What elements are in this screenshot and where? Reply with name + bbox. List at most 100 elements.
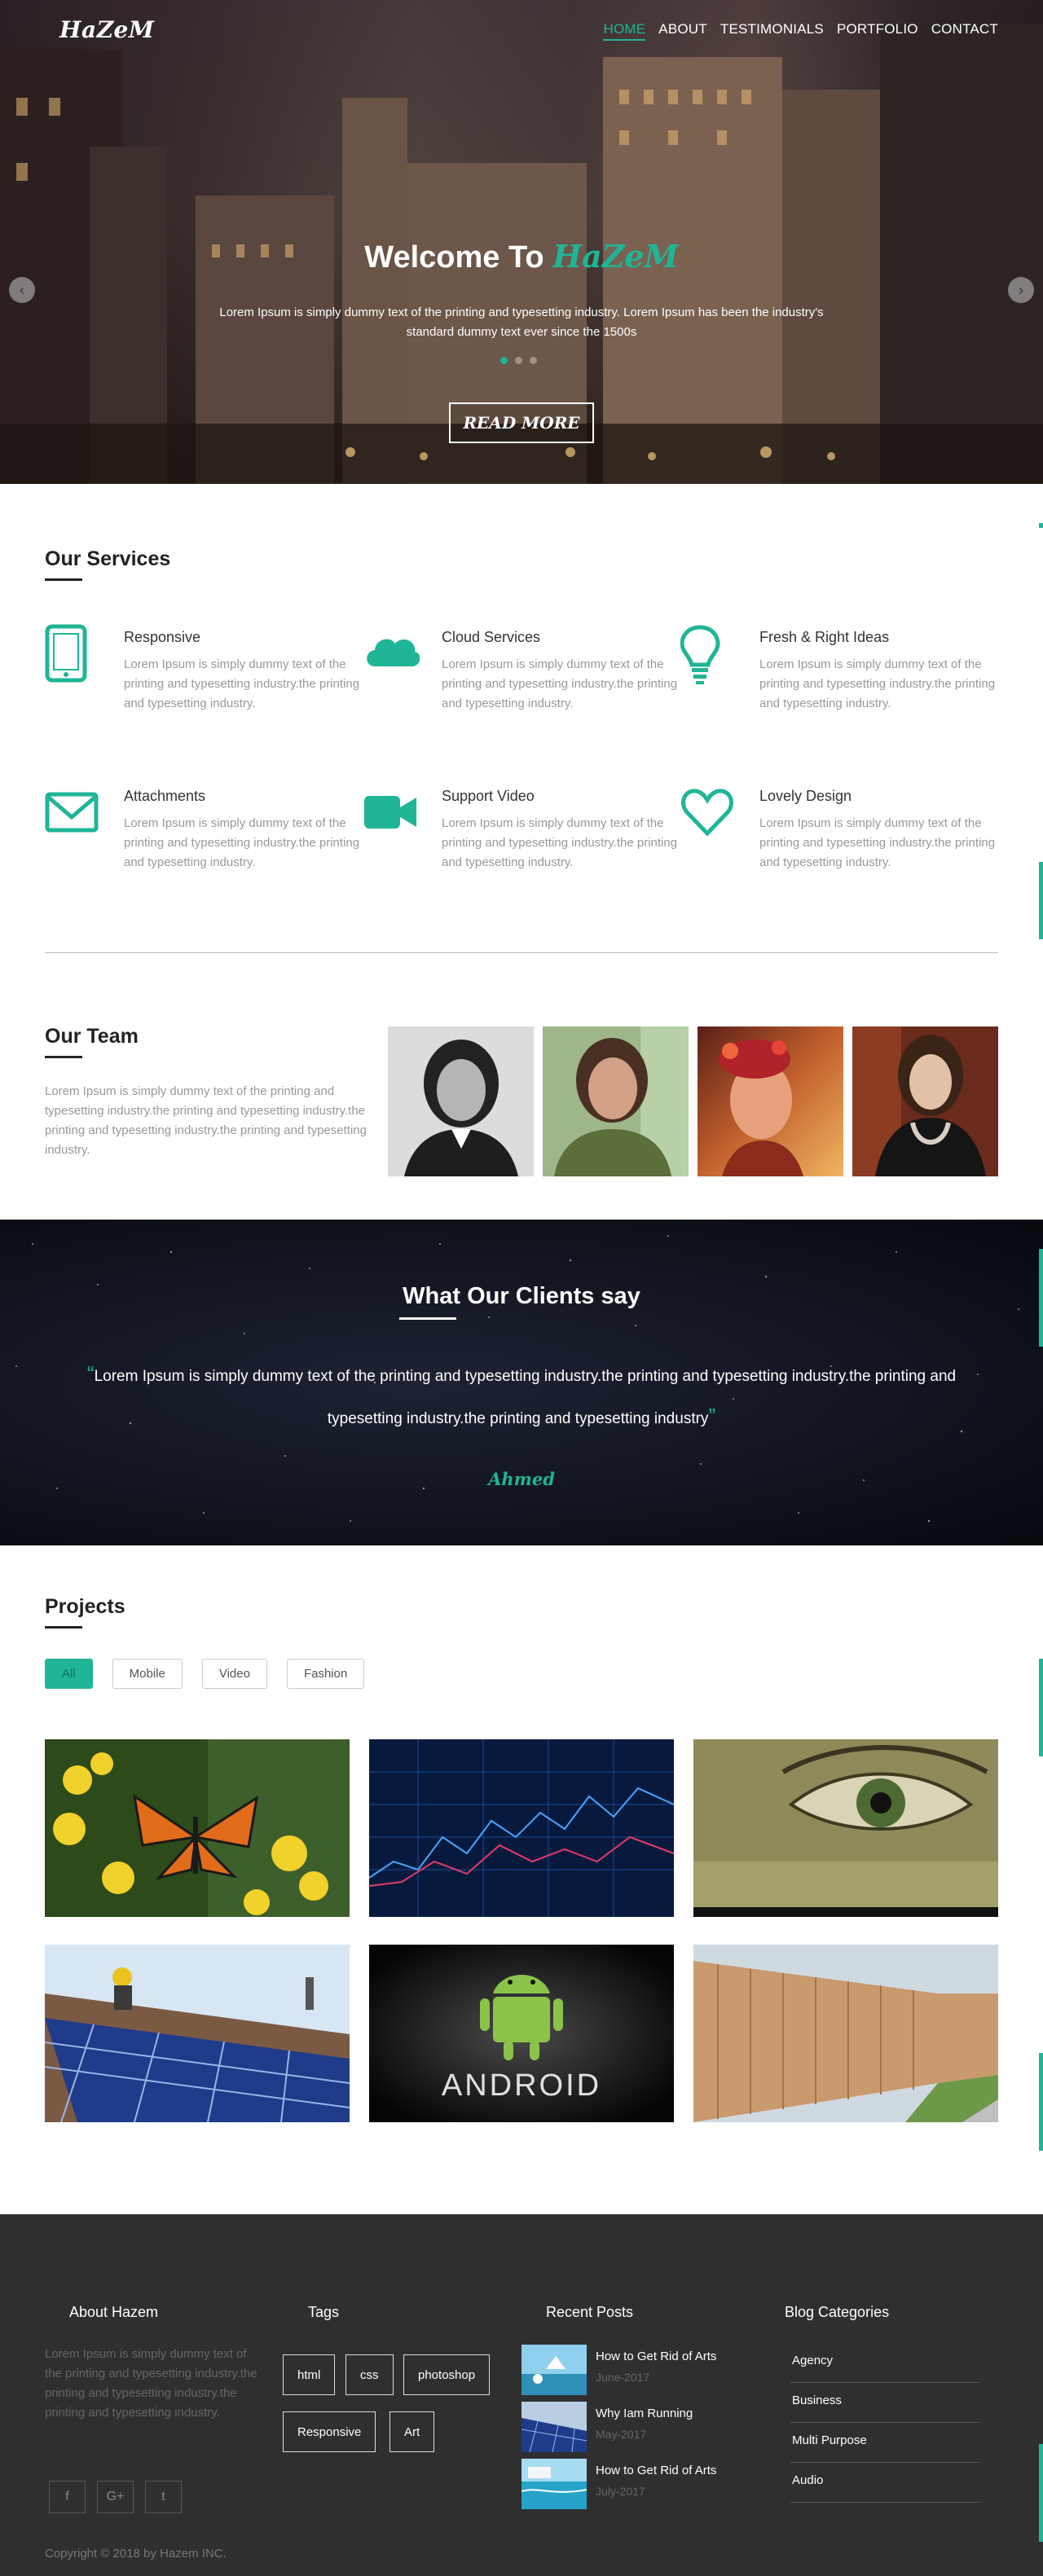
section-divider <box>45 952 998 953</box>
service-ideas: Fresh & Right Ideas Lorem Ipsum is simpl… <box>680 624 995 722</box>
footer-about-title: About Hazem <box>69 2304 159 2320</box>
service-text: Lorem Ipsum is simply dummy text of the … <box>124 657 360 710</box>
video-camera-icon <box>364 796 416 829</box>
project-image <box>45 1739 350 1917</box>
category-agency[interactable]: Agency <box>790 2343 979 2383</box>
slider-dot[interactable] <box>530 357 537 364</box>
slider-next-arrow-icon[interactable]: › <box>1008 277 1034 303</box>
service-video: Support Video Lorem Ipsum is simply dumm… <box>363 783 677 881</box>
filter-video-button[interactable]: Video <box>201 1659 267 1689</box>
service-title: Lovely Design <box>759 788 852 804</box>
project-item[interactable] <box>45 1945 350 2122</box>
edge-accent <box>1039 1659 1043 1756</box>
service-title: Attachments <box>124 788 206 804</box>
post-title[interactable]: How to Get Rid of Arts <box>596 2464 716 2477</box>
site-logo[interactable]: HaZeM <box>59 16 154 43</box>
nav-testimonials[interactable]: TESTIMONIALS <box>720 21 824 41</box>
post-title[interactable]: Why Iam Running <box>596 2407 693 2420</box>
slider-dot[interactable] <box>515 357 522 364</box>
category-business[interactable]: Business <box>790 2383 979 2423</box>
copyright: Copyright © 2018 by Hazem INC. <box>45 2547 227 2561</box>
services-title: Our Services <box>45 547 171 581</box>
site-footer: About Hazem Lorem Ipsum is simply dummy … <box>0 2214 1043 2576</box>
team-photo[interactable] <box>698 1026 843 1176</box>
tablet-icon <box>45 624 87 683</box>
slider-prev-arrow-icon[interactable]: ‹ <box>9 277 35 303</box>
team-photo-image <box>852 1026 998 1176</box>
main-nav: HOME ABOUT TESTIMONIALS PORTFOLIO CONTAC… <box>603 21 998 41</box>
nav-portfolio[interactable]: PORTFOLIO <box>837 21 918 41</box>
project-item[interactable] <box>693 1945 998 2122</box>
slider-dot[interactable] <box>500 357 508 364</box>
filter-fashion-button[interactable]: Fashion <box>286 1659 365 1689</box>
title-underline <box>399 1317 456 1320</box>
projects-title: Projects <box>45 1595 125 1629</box>
recent-post[interactable]: Why Iam Running May-2017 <box>522 2402 750 2452</box>
footer-tags-title: Tags <box>308 2304 340 2320</box>
tag-html[interactable]: html <box>283 2354 336 2395</box>
recent-post[interactable]: How to Get Rid of Arts July-2017 <box>522 2459 750 2509</box>
service-responsive: Responsive Lorem Ipsum is simply dummy t… <box>45 624 359 722</box>
project-item[interactable] <box>45 1739 350 1917</box>
read-more-button[interactable]: READ MORE <box>449 402 594 443</box>
filter-mobile-button[interactable]: Mobile <box>112 1659 183 1689</box>
service-title: Responsive <box>124 629 201 645</box>
hero-title-prefix: Welcome To <box>364 240 544 275</box>
envelope-icon <box>45 792 99 833</box>
nav-home[interactable]: HOME <box>603 21 646 41</box>
post-title[interactable]: How to Get Rid of Arts <box>596 2350 716 2363</box>
service-text: Lorem Ipsum is simply dummy text of the … <box>442 816 678 869</box>
post-date: July-2017 <box>596 2485 645 2498</box>
footer-categories-title: Blog Categories <box>785 2304 890 2320</box>
team-photo-image <box>543 1026 689 1176</box>
team-photo-image <box>388 1026 534 1176</box>
project-image <box>693 1739 998 1917</box>
facebook-icon[interactable]: f <box>49 2481 86 2513</box>
testimonial-author: Ahmed <box>488 1469 555 1489</box>
lightbulb-icon <box>680 625 720 684</box>
recent-post[interactable]: How to Get Rid of Arts June-2017 <box>522 2345 750 2395</box>
team-photo[interactable] <box>388 1026 534 1176</box>
team-photo[interactable] <box>543 1026 689 1176</box>
post-thumbnail <box>522 2459 587 2509</box>
category-audio[interactable]: Audio <box>790 2463 979 2503</box>
tag-art[interactable]: Art <box>389 2411 435 2452</box>
tag-photoshop[interactable]: photoshop <box>403 2354 491 2395</box>
google-plus-icon[interactable]: G+ <box>97 2481 134 2513</box>
open-quote-icon: “ <box>86 1361 95 1386</box>
testimonial-text: Lorem Ipsum is simply dummy text of the … <box>94 1368 957 1427</box>
project-filters: All Mobile Video Fashion <box>45 1659 365 1689</box>
filter-all-button[interactable]: All <box>45 1659 93 1689</box>
project-item[interactable] <box>369 1739 674 1917</box>
team-text: Lorem Ipsum is simply dummy text of the … <box>45 1084 367 1157</box>
service-title: Fresh & Right Ideas <box>759 629 890 645</box>
hero-lead: Lorem Ipsum is simply dummy text of the … <box>219 306 824 339</box>
nav-contact[interactable]: CONTACT <box>931 21 998 41</box>
post-thumbnail <box>522 2402 587 2452</box>
project-item[interactable] <box>693 1739 998 1917</box>
footer-posts-title: Recent Posts <box>546 2304 634 2320</box>
hero-title: Welcome To HaZeM <box>0 238 1043 275</box>
hero-slider: HaZeM HOME ABOUT TESTIMONIALS PORTFOLIO … <box>0 0 1043 484</box>
edge-accent <box>1039 2053 1043 2151</box>
service-cloud: Cloud Services Lorem Ipsum is simply dum… <box>363 624 677 722</box>
cloud-icon <box>367 639 420 666</box>
project-image <box>693 1945 998 2122</box>
nav-about[interactable]: ABOUT <box>658 21 707 41</box>
service-title: Cloud Services <box>442 629 541 645</box>
category-multi-purpose[interactable]: Multi Purpose <box>790 2423 979 2463</box>
edge-accent <box>1039 1249 1043 1347</box>
team-photo-image <box>698 1026 843 1176</box>
testimonial-quote: “Lorem Ipsum is simply dummy text of the… <box>49 1354 994 1439</box>
svg-text:ANDROID: ANDROID <box>442 2068 601 2103</box>
heart-icon <box>681 789 733 837</box>
project-item[interactable]: ANDROID <box>369 1945 674 2122</box>
tag-responsive[interactable]: Responsive <box>283 2411 376 2452</box>
project-image <box>369 1739 674 1917</box>
service-text: Lorem Ipsum is simply dummy text of the … <box>442 657 678 710</box>
twitter-icon[interactable]: t <box>145 2481 182 2513</box>
testimonials-section: What Our Clients say “Lorem Ipsum is sim… <box>0 1220 1043 1545</box>
post-date: May-2017 <box>596 2428 647 2441</box>
tag-css[interactable]: css <box>345 2354 394 2395</box>
team-photo[interactable] <box>852 1026 998 1176</box>
